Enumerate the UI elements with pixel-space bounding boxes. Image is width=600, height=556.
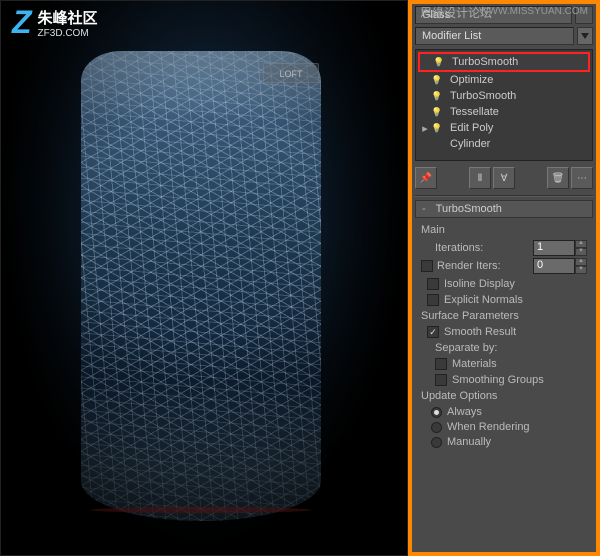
explicit-normals-checkbox[interactable] <box>427 294 439 306</box>
manually-radio[interactable] <box>431 437 442 448</box>
surface-params-label: Surface Parameters <box>421 310 587 322</box>
viewport[interactable]: LOFT <box>0 0 408 556</box>
render-iters-checkbox[interactable] <box>421 260 433 272</box>
manually-label: Manually <box>447 436 491 448</box>
always-label: Always <box>447 406 482 418</box>
explicit-normals-label: Explicit Normals <box>444 294 523 306</box>
smooth-result-checkbox[interactable] <box>427 326 439 338</box>
iterations-spinner[interactable]: 1 ▲ ▼ <box>533 240 587 256</box>
isoline-checkbox[interactable] <box>427 278 439 290</box>
when-rendering-radio[interactable] <box>431 422 442 433</box>
materials-checkbox[interactable] <box>435 358 447 370</box>
smoothing-groups-checkbox[interactable] <box>435 374 447 386</box>
render-iters-spinner[interactable]: 0 ▲ ▼ <box>533 258 587 274</box>
when-rendering-label: When Rendering <box>447 421 530 433</box>
update-options-label: Update Options <box>421 390 587 402</box>
stack-toolbar: 📌 Ⅱ ∀ 🗑 ⋯ <box>415 167 593 189</box>
modifier-list-dropdown[interactable]: Modifier List <box>415 27 574 45</box>
modifier-tessellate[interactable]: Tessellate <box>418 104 590 120</box>
site-logo: Z 朱峰社区 ZF3D.COM <box>12 4 98 41</box>
spinner-up-icon[interactable]: ▲ <box>575 240 587 248</box>
turbosmooth-rollout: - TurboSmooth Main Iterations: 1 ▲ ▼ <box>415 200 593 455</box>
pin-stack-button[interactable]: 📌 <box>415 167 437 189</box>
logo-url-text: ZF3D.COM <box>38 28 98 39</box>
render-iters-label: Render Iters: <box>437 260 501 272</box>
modify-panel: Glass Modifier List TurboSmooth Optimize <box>408 0 600 556</box>
materials-label: Materials <box>452 358 497 370</box>
spinner-down-icon[interactable]: ▼ <box>575 248 587 256</box>
rollout-header[interactable]: - TurboSmooth <box>415 200 593 218</box>
always-radio[interactable] <box>431 407 442 418</box>
lightbulb-icon[interactable] <box>430 89 444 103</box>
spinner-down-icon[interactable]: ▼ <box>575 266 587 274</box>
modifier-turbosmooth-top[interactable]: TurboSmooth <box>418 52 590 72</box>
configure-sets-button[interactable]: ⋯ <box>571 167 593 189</box>
lightbulb-icon[interactable] <box>432 55 446 69</box>
iterations-label: Iterations: <box>435 242 483 254</box>
remove-modifier-button[interactable]: 🗑 <box>547 167 569 189</box>
lightbulb-icon[interactable] <box>430 73 444 87</box>
plus-icon[interactable]: ▸ <box>420 122 430 135</box>
make-unique-button[interactable]: ∀ <box>493 167 515 189</box>
minus-icon: - <box>422 203 426 215</box>
main-group-label: Main <box>421 224 587 236</box>
viewport-vignette <box>1 1 407 555</box>
separate-by-label: Separate by: <box>435 342 587 354</box>
smooth-result-label: Smooth Result <box>444 326 516 338</box>
rollout-title: TurboSmooth <box>436 203 502 215</box>
modifier-list-dropdown-button[interactable] <box>577 27 593 45</box>
forum-url: WWW.MISSYUAN.COM <box>479 6 588 17</box>
lightbulb-icon[interactable] <box>430 121 444 135</box>
modifier-cylinder-base[interactable]: Cylinder <box>418 136 590 152</box>
smoothing-groups-label: Smoothing Groups <box>452 374 544 386</box>
lightbulb-icon[interactable] <box>430 105 444 119</box>
logo-cn-text: 朱峰社区 <box>38 7 98 28</box>
chevron-down-icon <box>581 33 589 39</box>
modifier-optimize[interactable]: Optimize <box>418 72 590 88</box>
ghost-loft-label: LOFT <box>263 63 319 83</box>
modifier-turbosmooth-2[interactable]: TurboSmooth <box>418 88 590 104</box>
modifier-stack[interactable]: TurboSmooth Optimize TurboSmooth Tessell… <box>415 49 593 161</box>
modifier-edit-poly[interactable]: ▸ Edit Poly <box>418 120 590 136</box>
show-end-result-button[interactable]: Ⅱ <box>469 167 491 189</box>
logo-z-icon: Z <box>12 4 32 41</box>
spinner-up-icon[interactable]: ▲ <box>575 258 587 266</box>
isoline-label: Isoline Display <box>444 278 515 290</box>
iterations-value[interactable]: 1 <box>533 240 575 256</box>
divider <box>415 195 593 196</box>
render-iters-value[interactable]: 0 <box>533 258 575 274</box>
